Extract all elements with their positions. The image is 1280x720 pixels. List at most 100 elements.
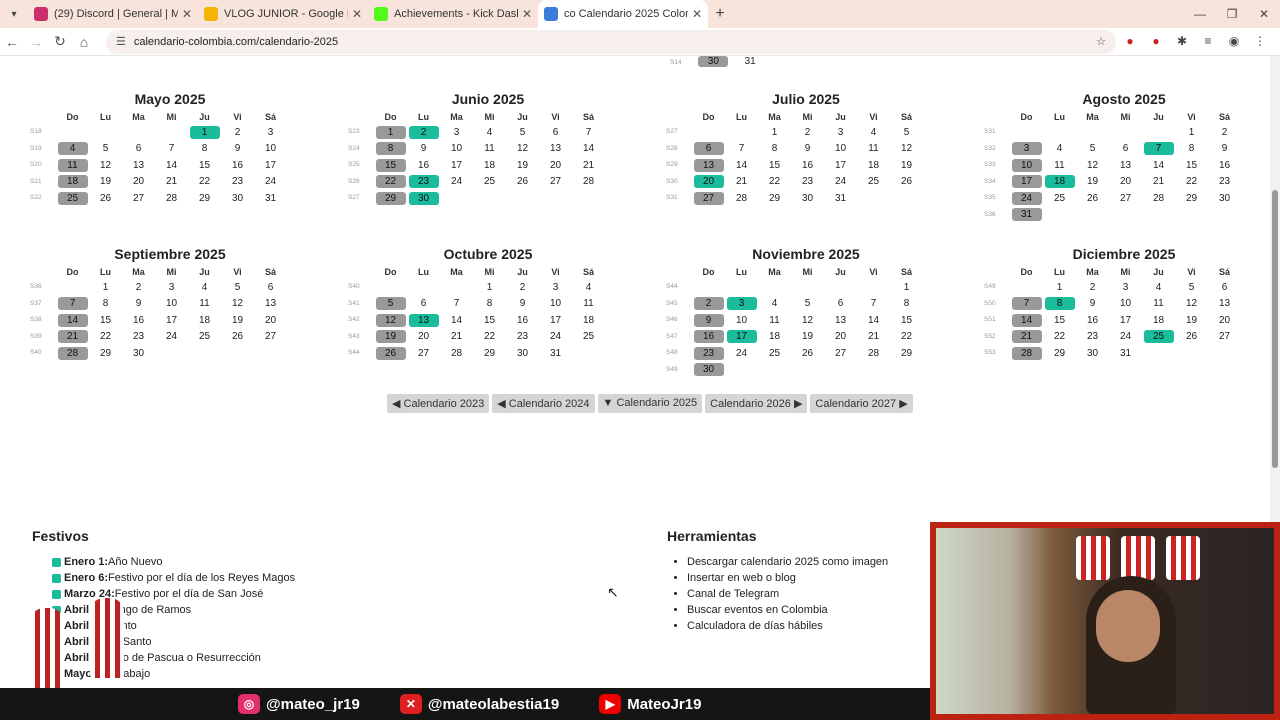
day-cell[interactable]: 4	[859, 126, 889, 139]
day-cell[interactable]: 28	[57, 346, 88, 360]
day-cell[interactable]: 1	[892, 281, 922, 294]
day-cell[interactable]: 6	[1111, 142, 1141, 155]
day-cell[interactable]: 21	[1011, 330, 1042, 344]
day-cell[interactable]: 6	[124, 142, 154, 155]
day-cell[interactable]: 20	[1210, 314, 1240, 327]
day-cell[interactable]: 12	[223, 297, 253, 310]
day-cell[interactable]: 11	[859, 142, 889, 155]
day-cell[interactable]: 22	[375, 175, 406, 189]
day-cell[interactable]: 17	[256, 159, 286, 172]
day-cell[interactable]: 31	[1011, 208, 1042, 222]
day-cell[interactable]: 27	[1111, 192, 1141, 205]
day-cell[interactable]: 15	[91, 314, 121, 327]
day-cell[interactable]: 16	[1078, 314, 1108, 327]
day-cell[interactable]: 24	[727, 347, 757, 360]
day-cell[interactable]: 11	[760, 314, 790, 327]
back-icon[interactable]: ←	[0, 34, 24, 50]
day-cell[interactable]: 4	[1045, 142, 1075, 155]
day-cell[interactable]: 19	[892, 159, 922, 172]
day-cell[interactable]: 13	[256, 297, 286, 310]
day-cell[interactable]: 3	[157, 281, 187, 294]
day-cell[interactable]: 5	[223, 281, 253, 294]
day-cell[interactable]: 30	[223, 192, 253, 205]
day-cell[interactable]: 14	[1144, 159, 1174, 172]
day-cell[interactable]: 24	[157, 330, 187, 343]
day-cell[interactable]: 12	[91, 159, 121, 172]
day-cell[interactable]: 2	[408, 125, 439, 139]
day-cell[interactable]: 24	[826, 175, 856, 188]
maximize-button[interactable]: ❐	[1216, 0, 1248, 28]
day-cell[interactable]: 9	[409, 142, 439, 155]
day-cell[interactable]: 6	[409, 297, 439, 310]
day-cell[interactable]: 26	[91, 192, 121, 205]
day-cell[interactable]: 18	[57, 175, 88, 189]
day-cell[interactable]: 25	[1143, 330, 1174, 344]
tab-close-icon[interactable]: ✕	[352, 7, 362, 21]
day-cell[interactable]: 1	[1177, 126, 1207, 139]
day-cell[interactable]: 2	[1078, 281, 1108, 294]
day-cell[interactable]: 15	[892, 314, 922, 327]
day-cell[interactable]: 20	[409, 330, 439, 343]
day-cell[interactable]: 12	[892, 142, 922, 155]
day-cell[interactable]: 8	[91, 297, 121, 310]
reload-icon[interactable]: ↻	[48, 33, 72, 50]
day-cell[interactable]: 20	[826, 330, 856, 343]
day-cell[interactable]: 13	[1210, 297, 1240, 310]
day-cell[interactable]: 15	[1045, 314, 1075, 327]
day-cell[interactable]: 21	[1144, 175, 1174, 188]
tab-search-icon[interactable]: ▾	[0, 9, 28, 20]
day-cell[interactable]: 3	[826, 126, 856, 139]
day-cell[interactable]: 21	[574, 159, 604, 172]
day-cell[interactable]: 2	[124, 281, 154, 294]
day-cell[interactable]: 27	[541, 175, 571, 188]
day-cell[interactable]: 14	[859, 314, 889, 327]
day-cell[interactable]: 23	[408, 175, 439, 189]
day-cell[interactable]: 22	[892, 330, 922, 343]
address-bar[interactable]: ☰ calendario-colombia.com/calendario-202…	[106, 29, 1116, 54]
day-cell[interactable]: 9	[124, 297, 154, 310]
day-cell[interactable]: 23	[124, 330, 154, 343]
day-cell[interactable]: 26	[793, 347, 823, 360]
day-cell[interactable]: 7	[574, 126, 604, 139]
day-cell[interactable]: 27	[256, 330, 286, 343]
day-cell[interactable]: 17	[541, 314, 571, 327]
day-cell[interactable]: 22	[91, 330, 121, 343]
day-cell[interactable]: 16	[409, 159, 439, 172]
day-cell[interactable]: 25	[475, 175, 505, 188]
day-cell[interactable]: 26	[223, 330, 253, 343]
day-cell[interactable]: 13	[1111, 159, 1141, 172]
day-cell[interactable]: 26	[508, 175, 538, 188]
day-cell[interactable]: 29	[892, 347, 922, 360]
day-cell[interactable]: 15	[375, 158, 406, 172]
day-cell[interactable]: 12	[793, 314, 823, 327]
day-cell[interactable]: 6	[256, 281, 286, 294]
day-cell[interactable]: 2	[1210, 126, 1240, 139]
day-cell[interactable]: 16	[223, 159, 253, 172]
day-cell[interactable]: 30	[124, 347, 154, 360]
day-cell[interactable]: 26	[1177, 330, 1207, 343]
day-cell[interactable]: 13	[408, 313, 439, 327]
day-cell[interactable]: 11	[1045, 159, 1075, 172]
day-cell[interactable]: 17	[726, 330, 757, 344]
tab-close-icon[interactable]: ✕	[522, 7, 532, 21]
day-cell[interactable]: 14	[157, 159, 187, 172]
day-cell[interactable]: 14	[442, 314, 472, 327]
day-cell[interactable]: 20	[256, 314, 286, 327]
day-cell[interactable]: 24	[1111, 330, 1141, 343]
tab-close-icon[interactable]: ✕	[182, 7, 192, 21]
day-cell[interactable]: 4	[760, 297, 790, 310]
day-cell[interactable]: 18	[574, 314, 604, 327]
day-cell[interactable]: 1	[91, 281, 121, 294]
day-cell[interactable]: 24	[541, 330, 571, 343]
day-cell[interactable]: 10	[826, 142, 856, 155]
day-cell[interactable]: 27	[124, 192, 154, 205]
year-nav-button[interactable]: ◀ Calendario 2023	[387, 394, 490, 413]
day-cell[interactable]: 5	[91, 142, 121, 155]
day-cell[interactable]: 16	[508, 314, 538, 327]
day-cell[interactable]: 8	[760, 142, 790, 155]
day-cell[interactable]: 14	[57, 313, 88, 327]
day-cell[interactable]: 3	[442, 126, 472, 139]
tab-close-icon[interactable]: ✕	[692, 7, 702, 21]
day-cell[interactable]: 30	[508, 347, 538, 360]
bookmark-star-icon[interactable]: ☆	[1096, 35, 1106, 48]
